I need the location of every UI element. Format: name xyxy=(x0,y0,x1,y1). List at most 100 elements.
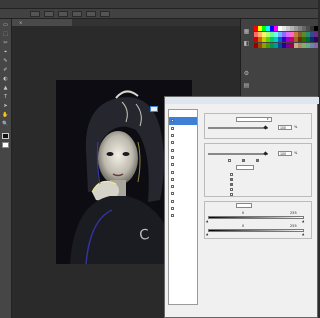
vector-mask-hides-effects-checkbox[interactable] xyxy=(230,193,233,196)
shape-tool-icon[interactable]: ▲ xyxy=(2,85,9,91)
color-swatch[interactable] xyxy=(266,42,270,48)
option-button-5[interactable] xyxy=(86,10,96,17)
color-swatch[interactable] xyxy=(278,37,282,42)
color-swatch[interactable] xyxy=(310,37,314,42)
opacity-slider[interactable] xyxy=(208,127,268,129)
zoom-tool-icon[interactable]: 🔍 xyxy=(2,121,9,127)
document-tab[interactable]: × xyxy=(12,19,72,26)
color-swatch[interactable] xyxy=(254,31,258,37)
color-swatch[interactable] xyxy=(294,37,298,42)
color-swatch[interactable] xyxy=(282,31,286,37)
style-list-item[interactable] xyxy=(169,161,197,168)
color-swatch[interactable] xyxy=(302,37,306,42)
style-checkbox[interactable] xyxy=(171,170,174,174)
style-checkbox[interactable] xyxy=(171,177,174,181)
color-swatch[interactable] xyxy=(278,42,282,48)
color-swatch[interactable] xyxy=(266,31,270,37)
lasso-tool-icon[interactable]: ⬚ xyxy=(2,31,9,37)
color-swatch[interactable] xyxy=(282,37,286,42)
fill-opacity-input[interactable]: 100 xyxy=(278,151,292,156)
style-list-item[interactable] xyxy=(169,198,197,205)
color-swatch[interactable] xyxy=(274,37,278,42)
eyedropper-tool-icon[interactable]: ⌖ xyxy=(2,49,9,55)
style-list-item[interactable] xyxy=(169,212,197,219)
color-swatch[interactable] xyxy=(254,37,258,42)
foreground-color-icon[interactable] xyxy=(2,133,9,139)
style-list-item[interactable] xyxy=(169,183,197,190)
channel-b-checkbox[interactable] xyxy=(256,159,259,162)
option-button-4[interactable] xyxy=(72,10,82,17)
color-swatch[interactable] xyxy=(258,31,262,37)
color-swatch[interactable] xyxy=(278,31,282,37)
style-checkbox[interactable] xyxy=(171,155,174,159)
style-checkbox[interactable] xyxy=(171,163,174,167)
color-swatch[interactable] xyxy=(274,42,278,48)
this-layer-low-handle[interactable]: ▲ xyxy=(206,219,208,223)
color-swatch[interactable] xyxy=(306,42,310,48)
color-swatch[interactable] xyxy=(290,26,294,31)
option-button-3[interactable] xyxy=(58,10,68,17)
style-checkbox[interactable] xyxy=(171,148,174,152)
style-checkbox[interactable] xyxy=(171,119,174,123)
color-swatch[interactable] xyxy=(298,31,302,37)
style-list-item[interactable] xyxy=(169,117,197,125)
color-swatch[interactable] xyxy=(262,42,266,48)
color-swatch[interactable] xyxy=(298,42,302,48)
style-list-item[interactable] xyxy=(169,110,197,117)
color-swatch[interactable] xyxy=(290,37,294,42)
color-swatch[interactable] xyxy=(310,26,314,31)
hand-tool-icon[interactable]: ✋ xyxy=(2,112,9,118)
color-swatch[interactable] xyxy=(286,26,290,31)
color-swatch[interactable] xyxy=(314,42,318,48)
style-checkbox[interactable] xyxy=(171,185,174,189)
color-swatch[interactable] xyxy=(310,31,314,37)
crop-tool-icon[interactable]: ✂ xyxy=(2,40,9,46)
style-list-item[interactable] xyxy=(169,168,197,175)
style-list-item[interactable] xyxy=(169,154,197,161)
channel-r-checkbox[interactable] xyxy=(228,159,231,162)
color-swatch[interactable] xyxy=(258,26,262,31)
color-swatch[interactable] xyxy=(290,31,294,37)
blend-if-channel-select[interactable] xyxy=(236,203,252,208)
option-button-1[interactable] xyxy=(30,10,40,17)
color-swatch[interactable] xyxy=(286,31,290,37)
channel-g-checkbox[interactable] xyxy=(242,159,245,162)
knockout-select[interactable] xyxy=(236,165,254,170)
color-swatch[interactable] xyxy=(278,26,282,31)
style-checkbox[interactable] xyxy=(171,141,174,145)
color-swatch[interactable] xyxy=(262,31,266,37)
color-swatch[interactable] xyxy=(314,31,318,37)
color-swatch[interactable] xyxy=(266,26,270,31)
color-swatch[interactable] xyxy=(270,37,274,42)
style-list-item[interactable] xyxy=(169,176,197,183)
color-swatch[interactable] xyxy=(270,26,274,31)
style-checkbox[interactable] xyxy=(171,192,174,196)
style-checkbox[interactable] xyxy=(171,126,174,130)
color-swatch[interactable] xyxy=(274,31,278,37)
style-list-item[interactable] xyxy=(169,146,197,153)
color-swatch[interactable] xyxy=(314,37,318,42)
color-swatch[interactable] xyxy=(254,42,258,48)
dodge-tool-icon[interactable]: ◐ xyxy=(2,76,9,82)
style-list-item[interactable] xyxy=(169,139,197,146)
color-swatch[interactable] xyxy=(266,37,270,42)
option-button-2[interactable] xyxy=(44,10,54,17)
transparency-shapes-layer-checkbox[interactable] xyxy=(230,183,233,186)
style-checkbox[interactable] xyxy=(171,214,174,218)
style-list-item[interactable] xyxy=(169,132,197,139)
color-swatch[interactable] xyxy=(274,26,278,31)
adjustments-panel-icon[interactable]: ◧ xyxy=(243,40,250,47)
color-swatch[interactable] xyxy=(306,26,310,31)
color-swatch[interactable] xyxy=(302,42,306,48)
style-checkbox[interactable] xyxy=(171,134,174,138)
color-swatch[interactable] xyxy=(262,37,266,42)
option-button-6[interactable] xyxy=(100,10,110,17)
blend-interior-effects-checkbox[interactable] xyxy=(230,173,233,176)
color-swatch[interactable] xyxy=(294,26,298,31)
underlying-layer-high-handle[interactable]: ▲ xyxy=(302,232,304,236)
ok-button[interactable] xyxy=(150,106,158,112)
color-swatch[interactable] xyxy=(302,31,306,37)
color-swatch[interactable] xyxy=(270,31,274,37)
color-swatch[interactable] xyxy=(254,26,258,31)
pen-tool-icon[interactable]: ✐ xyxy=(2,67,9,73)
